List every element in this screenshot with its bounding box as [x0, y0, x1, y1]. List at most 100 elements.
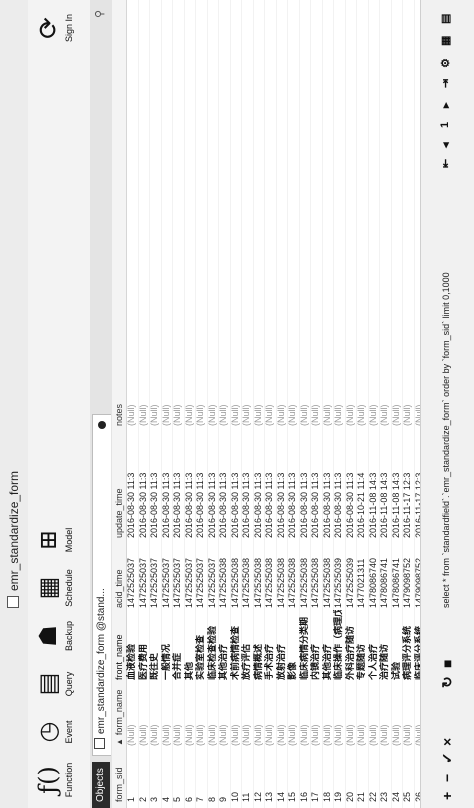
refresh-icon[interactable]: ↻ — [439, 676, 456, 688]
search-icon[interactable]: ⚲ — [94, 6, 106, 18]
query-button[interactable]: ▤ Query — [32, 662, 86, 706]
cell-form-sid[interactable]: 5 — [172, 762, 184, 802]
cell-form-name[interactable]: (Null) — [391, 686, 403, 747]
cell-notes[interactable]: (Null) — [161, 386, 173, 427]
function-button[interactable]: ƒ() Function — [32, 758, 86, 802]
cell-front-name[interactable]: 治疗随访 — [379, 610, 391, 680]
cell-form-sid[interactable]: 18 — [322, 762, 334, 802]
cell-form-sid[interactable]: 4 — [161, 762, 173, 802]
schedule-button[interactable]: ▦ Schedule — [32, 566, 86, 610]
column-header-form-sid[interactable]: form_sid — [112, 762, 126, 802]
cell-form-sid[interactable]: 22 — [368, 762, 380, 802]
cell-front-name[interactable]: 其他治疗 — [218, 610, 230, 680]
cell-notes[interactable]: (Null) — [276, 386, 288, 427]
cell-update-time[interactable]: 2016-08-30 11:3 — [138, 428, 150, 538]
cell-acid-time[interactable]: 1477021311 — [356, 538, 368, 608]
last-page-icon[interactable]: ⇥ — [439, 79, 452, 88]
tab-table-data[interactable]: emr_standardize_form @stand... — [92, 414, 111, 756]
cell-update-time[interactable]: 2016-08-30 11:3 — [345, 428, 357, 538]
cell-front-name[interactable]: 实验室检查 — [195, 610, 207, 680]
cell-form-name[interactable]: (Null) — [126, 686, 138, 747]
cell-front-name[interactable]: 病情概述 — [253, 610, 265, 680]
cell-notes[interactable]: (Null) — [402, 386, 414, 427]
cell-update-time[interactable]: 2016-08-30 11:3 — [241, 428, 253, 538]
cell-form-sid[interactable]: 12 — [253, 762, 265, 802]
cell-form-sid[interactable]: 14 — [276, 762, 288, 802]
cell-acid-time[interactable]: 1472525037 — [184, 538, 196, 608]
cell-front-name[interactable]: 医疗费用 — [138, 610, 150, 680]
cell-notes[interactable]: (Null) — [345, 386, 357, 427]
cell-front-name[interactable]: 个人治疗 — [368, 610, 380, 680]
cell-form-sid[interactable]: 16 — [299, 762, 311, 802]
cell-update-time[interactable]: 2016-08-30 11:3 — [333, 428, 345, 538]
column-header-form-name[interactable]: ▲ form_name — [112, 686, 127, 746]
cell-form-sid[interactable]: 20 — [345, 762, 357, 802]
cell-acid-time[interactable]: 1472525038 — [230, 538, 242, 608]
close-tab-icon[interactable] — [98, 421, 106, 429]
cell-form-sid[interactable]: 11 — [241, 762, 253, 802]
cell-front-name[interactable]: 试验 — [391, 610, 403, 680]
cell-update-time[interactable]: 2016-08-30 11:3 — [126, 428, 138, 538]
cell-front-name[interactable]: 合并症 — [172, 610, 184, 680]
cell-form-sid[interactable]: 24 — [391, 762, 403, 802]
column-header-update-time[interactable]: update_time — [112, 428, 126, 538]
cell-form-sid[interactable]: 6 — [184, 762, 196, 802]
cell-acid-time[interactable]: 1478086740 — [368, 538, 380, 608]
cell-front-name[interactable]: 既往史 — [149, 610, 161, 680]
cell-form-sid[interactable]: 17 — [310, 762, 322, 802]
cell-notes[interactable]: (Null) — [172, 386, 184, 427]
cell-update-time[interactable]: 2016-08-30 11:3 — [276, 428, 288, 538]
confirm-icon[interactable]: ✓ — [439, 752, 456, 764]
cell-form-name[interactable]: (Null) — [241, 686, 253, 747]
cell-form-sid[interactable]: 10 — [230, 762, 242, 802]
cell-form-name[interactable]: (Null) — [322, 686, 334, 747]
cell-form-name[interactable]: (Null) — [149, 686, 161, 747]
model-button[interactable]: ⊞ Model — [32, 518, 86, 562]
cell-form-sid[interactable]: 2 — [138, 762, 150, 802]
tab-objects[interactable]: Objects — [92, 762, 110, 808]
cell-front-name[interactable]: 血液检验 — [126, 610, 138, 680]
cell-notes[interactable]: (Null) — [310, 386, 322, 427]
cell-form-sid[interactable]: 21 — [356, 762, 368, 802]
cell-front-name[interactable]: 放射治疗 — [276, 610, 288, 680]
cell-acid-time[interactable]: 1472525038 — [299, 538, 311, 608]
cell-form-sid[interactable]: 25 — [402, 762, 414, 802]
cell-form-name[interactable]: (Null) — [184, 686, 196, 747]
next-page-icon[interactable]: ▸ — [439, 102, 452, 108]
cell-notes[interactable]: (Null) — [184, 386, 196, 427]
cell-notes[interactable]: (Null) — [241, 386, 253, 427]
backup-button[interactable]: ☗ Backup — [32, 614, 86, 658]
cell-form-name[interactable]: (Null) — [310, 686, 322, 747]
cell-notes[interactable]: (Null) — [333, 386, 345, 427]
cell-update-time[interactable]: 2016-08-30 11:3 — [149, 428, 161, 538]
column-header-acid-time[interactable]: acid_time — [112, 538, 126, 608]
cell-form-sid[interactable]: 1 — [126, 762, 138, 802]
cell-form-name[interactable]: (Null) — [207, 686, 219, 747]
cell-update-time[interactable]: 2016-11-08 14:3 — [391, 428, 403, 538]
cell-form-name[interactable]: (Null) — [299, 686, 311, 747]
cell-form-name[interactable]: (Null) — [333, 686, 345, 747]
cell-notes[interactable]: (Null) — [218, 386, 230, 427]
cell-notes[interactable]: (Null) — [230, 386, 242, 427]
cell-form-name[interactable]: (Null) — [379, 686, 391, 747]
cell-form-name[interactable]: (Null) — [264, 686, 276, 747]
cell-front-name[interactable]: 术前病情检查 — [230, 610, 242, 680]
cell-notes[interactable]: (Null) — [207, 386, 219, 427]
cell-front-name[interactable]: 外科治疗随访 — [345, 610, 357, 680]
cell-form-sid[interactable]: 7 — [195, 762, 207, 802]
cell-front-name[interactable]: 临床操作（病理戊） — [333, 610, 345, 680]
cell-form-name[interactable]: (Null) — [356, 686, 368, 747]
cell-update-time[interactable]: 2016-08-30 11:3 — [264, 428, 276, 538]
cell-acid-time[interactable]: 1472525037 — [207, 538, 219, 608]
cell-form-name[interactable]: (Null) — [402, 686, 414, 747]
cell-front-name[interactable]: 专题随访 — [356, 610, 368, 680]
cell-form-name[interactable]: (Null) — [195, 686, 207, 747]
cell-front-name[interactable]: 临床检查检验 — [207, 610, 219, 680]
cell-acid-time[interactable]: 1472525038 — [310, 538, 322, 608]
column-header-notes[interactable]: notes — [112, 386, 126, 426]
cell-form-name[interactable]: (Null) — [276, 686, 288, 747]
cell-acid-time[interactable]: 1478086741 — [391, 538, 403, 608]
cell-front-name[interactable]: 一般情况 — [161, 610, 173, 680]
cell-acid-time[interactable]: 1472525038 — [218, 538, 230, 608]
cell-acid-time[interactable]: 1472525039 — [333, 538, 345, 608]
